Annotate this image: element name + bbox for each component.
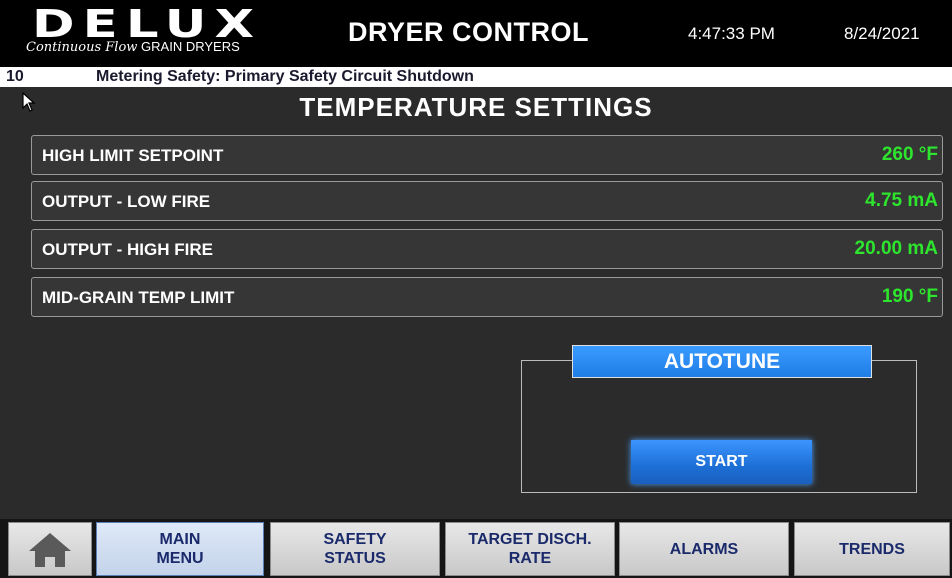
home-icon <box>29 533 71 567</box>
page-title: TEMPERATURE SETTINGS <box>299 92 653 122</box>
nav-label-line1: TARGET DISCH. <box>468 531 592 548</box>
nav-label-line1: TRENDS <box>839 540 905 558</box>
nav-label-line2: MENU <box>156 550 204 567</box>
alarm-message: Metering Safety: Primary Safety Circuit … <box>96 68 474 85</box>
autotune-title: AUTOTUNE <box>572 345 872 378</box>
setting-value[interactable]: 260 °F <box>882 144 938 166</box>
setting-value[interactable]: 4.75 mA <box>865 190 938 212</box>
app-title: DRYER CONTROL <box>348 17 589 47</box>
nav-safety-status-button[interactable]: SAFETY STATUS <box>270 522 440 576</box>
logo-subtitle: Continuous Flow GRAIN DRYERS <box>26 39 240 55</box>
setting-label: OUTPUT - LOW FIRE <box>42 192 211 211</box>
nav-target-disch-rate-button[interactable]: TARGET DISCH. RATE <box>445 522 615 576</box>
nav-label-line1: MAIN <box>159 531 201 548</box>
nav-main-menu-button[interactable]: MAIN MENU <box>96 522 264 576</box>
setting-row-mid-grain-temp-limit[interactable]: MID-GRAIN TEMP LIMIT 190 °F <box>31 277 943 317</box>
nav-button-label: SAFETY STATUS <box>323 530 386 568</box>
delux-logo: DELUX Continuous Flow GRAIN DRYERS <box>24 2 264 62</box>
clock-date: 8/24/2021 <box>844 24 920 43</box>
nav-button-label: TRENDS <box>839 540 905 559</box>
nav-button-label: ALARMS <box>670 540 738 559</box>
setting-label: OUTPUT - HIGH FIRE <box>42 240 213 259</box>
nav-label-line1: ALARMS <box>669 540 739 558</box>
nav-trends-button[interactable]: TRENDS <box>794 522 950 576</box>
home-button[interactable] <box>8 522 92 576</box>
nav-button-label: MAIN MENU <box>156 530 203 568</box>
setting-value[interactable]: 190 °F <box>882 286 938 308</box>
logo-subtitle-script: Continuous Flow <box>26 40 138 55</box>
setting-row-output-low-fire[interactable]: OUTPUT - LOW FIRE 4.75 mA <box>31 181 943 221</box>
autotune-start-button[interactable]: START <box>631 440 812 484</box>
setting-row-output-high-fire[interactable]: OUTPUT - HIGH FIRE 20.00 mA <box>31 229 943 269</box>
clock-time: 4:47:33 PM <box>688 24 775 43</box>
nav-button-label: TARGET DISCH. RATE <box>468 530 591 568</box>
logo-subtitle-plain: GRAIN DRYERS <box>141 39 240 54</box>
nav-label-line2: STATUS <box>324 550 386 567</box>
setting-row-high-limit-setpoint[interactable]: HIGH LIMIT SETPOINT 260 °F <box>31 135 943 175</box>
setting-value[interactable]: 20.00 mA <box>855 238 938 260</box>
alarm-banner[interactable]: 10 Metering Safety: Primary Safety Circu… <box>0 67 952 87</box>
alarm-code: 10 <box>6 68 24 85</box>
nav-alarms-button[interactable]: ALARMS <box>619 522 789 576</box>
nav-label-line1: SAFETY <box>323 531 387 548</box>
setting-label: MID-GRAIN TEMP LIMIT <box>42 288 235 307</box>
setting-label: HIGH LIMIT SETPOINT <box>42 146 224 165</box>
header-bar: DELUX Continuous Flow GRAIN DRYERS DRYER… <box>0 0 952 67</box>
nav-label-line2: RATE <box>508 550 552 567</box>
